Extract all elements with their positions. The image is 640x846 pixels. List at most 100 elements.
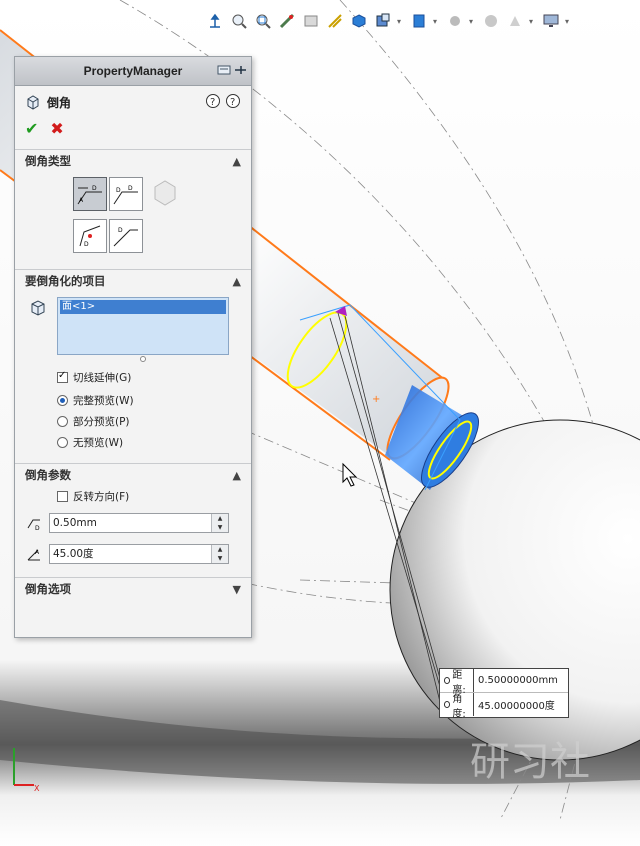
- callout-distance-value[interactable]: 0.50000000mm: [474, 675, 558, 686]
- callout-angle-value[interactable]: 45.00000000度: [474, 697, 555, 712]
- apply-scene-icon[interactable]: [481, 11, 501, 31]
- checkbox-box[interactable]: [57, 370, 68, 383]
- angle-spinner[interactable]: ▲ ▼: [211, 545, 228, 563]
- triad-x-label: X: [34, 784, 40, 793]
- dynamic-annotation-icon[interactable]: [325, 11, 345, 31]
- section-header-parameters[interactable]: 倒角参数 ▲: [15, 463, 251, 486]
- chevron-up-icon[interactable]: ▲: [233, 155, 241, 168]
- angle-distance-icon: AD: [77, 185, 102, 205]
- chevron-up-icon[interactable]: ▲: [233, 275, 241, 288]
- chevron-down-icon[interactable]: ▼: [233, 583, 241, 596]
- pin-icon[interactable]: [233, 63, 247, 77]
- chamfer-face-face-button[interactable]: D: [109, 219, 143, 253]
- selection-listbox[interactable]: 面<1>: [57, 297, 229, 355]
- distance-spinner[interactable]: ▲ ▼: [211, 514, 228, 532]
- tangent-propagation-checkbox[interactable]: 切线延伸(G): [57, 369, 131, 385]
- chamfer-distance-distance-button[interactable]: DD: [109, 177, 143, 211]
- svg-text:A: A: [35, 549, 40, 556]
- vertex-icon: [154, 180, 176, 206]
- radio-circle[interactable]: [57, 415, 68, 427]
- face-face-icon: D: [113, 227, 138, 247]
- svg-text:D: D: [116, 187, 121, 194]
- chevron-down-icon[interactable]: ▾: [433, 17, 441, 26]
- section-title: 倒角选项: [25, 582, 71, 596]
- chamfer-angle-distance-button[interactable]: AD: [73, 177, 107, 211]
- chamfer-feature-icon: [27, 95, 39, 110]
- chevron-down-icon[interactable]: ▾: [397, 17, 405, 26]
- chevron-down-icon[interactable]: ▾: [469, 17, 477, 26]
- help-icon[interactable]: ?: [225, 93, 241, 109]
- previous-view-icon[interactable]: [277, 11, 297, 31]
- no-preview-radio[interactable]: 无预览(W): [57, 434, 123, 450]
- zoom-to-fit-icon[interactable]: [229, 11, 249, 31]
- partial-preview-radio[interactable]: 部分预览(P): [57, 413, 130, 429]
- checkbox-box[interactable]: [57, 490, 68, 502]
- handle-dot-icon[interactable]: [444, 677, 451, 684]
- chevron-down-icon[interactable]: ▾: [529, 17, 537, 26]
- origin-marker: +: [372, 394, 380, 405]
- chevron-down-icon[interactable]: ▾: [565, 17, 573, 26]
- list-item[interactable]: 面<1>: [60, 300, 226, 314]
- offset-face-icon: D: [79, 225, 101, 248]
- face-selection-icon: [31, 300, 45, 316]
- reverse-direction-checkbox[interactable]: 反转方向(F): [57, 488, 129, 504]
- section-header-options[interactable]: 倒角选项 ▼: [15, 577, 251, 600]
- zoom-area-icon[interactable]: [253, 11, 273, 31]
- section-title: 倒角类型: [25, 154, 71, 168]
- watermark: 研习社: [470, 739, 590, 785]
- chevron-up-icon[interactable]: ▲: [233, 469, 241, 482]
- resize-handle-icon[interactable]: [139, 355, 147, 363]
- radio-label: 无预览(W): [73, 436, 124, 449]
- svg-text:D: D: [92, 185, 97, 192]
- dimension-callout[interactable]: 距离: 0.50000000mm 角度: 45.00000000度: [439, 668, 569, 720]
- section-title: 要倒角化的项目: [25, 274, 106, 288]
- full-preview-radio[interactable]: 完整预览(W): [57, 392, 134, 408]
- checkbox-label: 反转方向(F): [73, 490, 130, 503]
- distance-row: D 0.50mm ▲ ▼: [25, 513, 229, 533]
- edit-appearance-icon[interactable]: [445, 11, 465, 31]
- radio-circle[interactable]: [57, 394, 68, 406]
- section-view-icon[interactable]: [301, 11, 321, 31]
- checkbox-label: 切线延伸(G): [73, 371, 132, 384]
- radio-label: 部分预览(P): [73, 415, 130, 428]
- cancel-x-icon[interactable]: ✖: [50, 119, 63, 138]
- handle-dot-icon[interactable]: [444, 701, 451, 708]
- view-settings-icon[interactable]: [505, 11, 525, 31]
- hide-show-icon[interactable]: [409, 11, 429, 31]
- section-title: 倒角参数: [25, 468, 71, 482]
- options-section: 倒角选项 ▼: [15, 577, 251, 601]
- panel-menu-icon[interactable]: [217, 63, 231, 77]
- display-style-icon[interactable]: [373, 11, 393, 31]
- chamfer-vertex-button[interactable]: [149, 177, 183, 211]
- ok-check-icon[interactable]: ✔: [25, 119, 38, 138]
- feature-name: 倒角: [47, 95, 72, 110]
- svg-text:D: D: [128, 185, 133, 192]
- svg-text:D: D: [35, 525, 40, 532]
- section-header-items[interactable]: 要倒角化的项目 ▲: [15, 269, 251, 292]
- radio-circle[interactable]: [57, 436, 68, 448]
- items-section: 要倒角化的项目 ▲ 面<1> 切线延伸(G) 完整预览(W) 部分预览(P) 无…: [15, 269, 251, 459]
- radio-label: 完整预览(W): [73, 394, 134, 407]
- callout-angle-label: 角度:: [452, 693, 466, 720]
- svg-text:A: A: [79, 197, 84, 204]
- whats-wrong-icon[interactable]: ?: [205, 93, 221, 109]
- callout-angle-row[interactable]: 角度: 45.00000000度: [440, 693, 568, 720]
- chamfer-type-section: 倒角类型 ▲ AD DD D D: [15, 149, 251, 259]
- heads-up-toolbar: ▾ ▾ ▾ ▾ ▾: [205, 8, 573, 34]
- distance-value: 0.50mm: [53, 517, 97, 529]
- monitor-icon[interactable]: [541, 11, 561, 31]
- distance-input[interactable]: 0.50mm ▲ ▼: [49, 513, 229, 533]
- svg-text:?: ?: [210, 97, 215, 108]
- svg-text:D: D: [118, 227, 123, 234]
- distance-icon: D: [27, 519, 40, 532]
- distance-distance-icon: DD: [113, 185, 138, 205]
- view-orient-icon[interactable]: [205, 11, 225, 31]
- property-manager-panel: PropertyManager 倒角 ? ? ✔ ✖ 倒角类型 ▲ AD DD …: [14, 56, 252, 638]
- panel-header: PropertyManager: [15, 57, 251, 86]
- chamfer-offset-face-button[interactable]: D: [73, 219, 107, 253]
- angle-input[interactable]: 45.00度 ▲ ▼: [49, 544, 229, 564]
- angle-value: 45.00度: [53, 548, 94, 560]
- view-cube-icon[interactable]: [349, 11, 369, 31]
- section-header-chamfer-type[interactable]: 倒角类型 ▲: [15, 149, 251, 172]
- panel-title: PropertyManager: [83, 64, 183, 78]
